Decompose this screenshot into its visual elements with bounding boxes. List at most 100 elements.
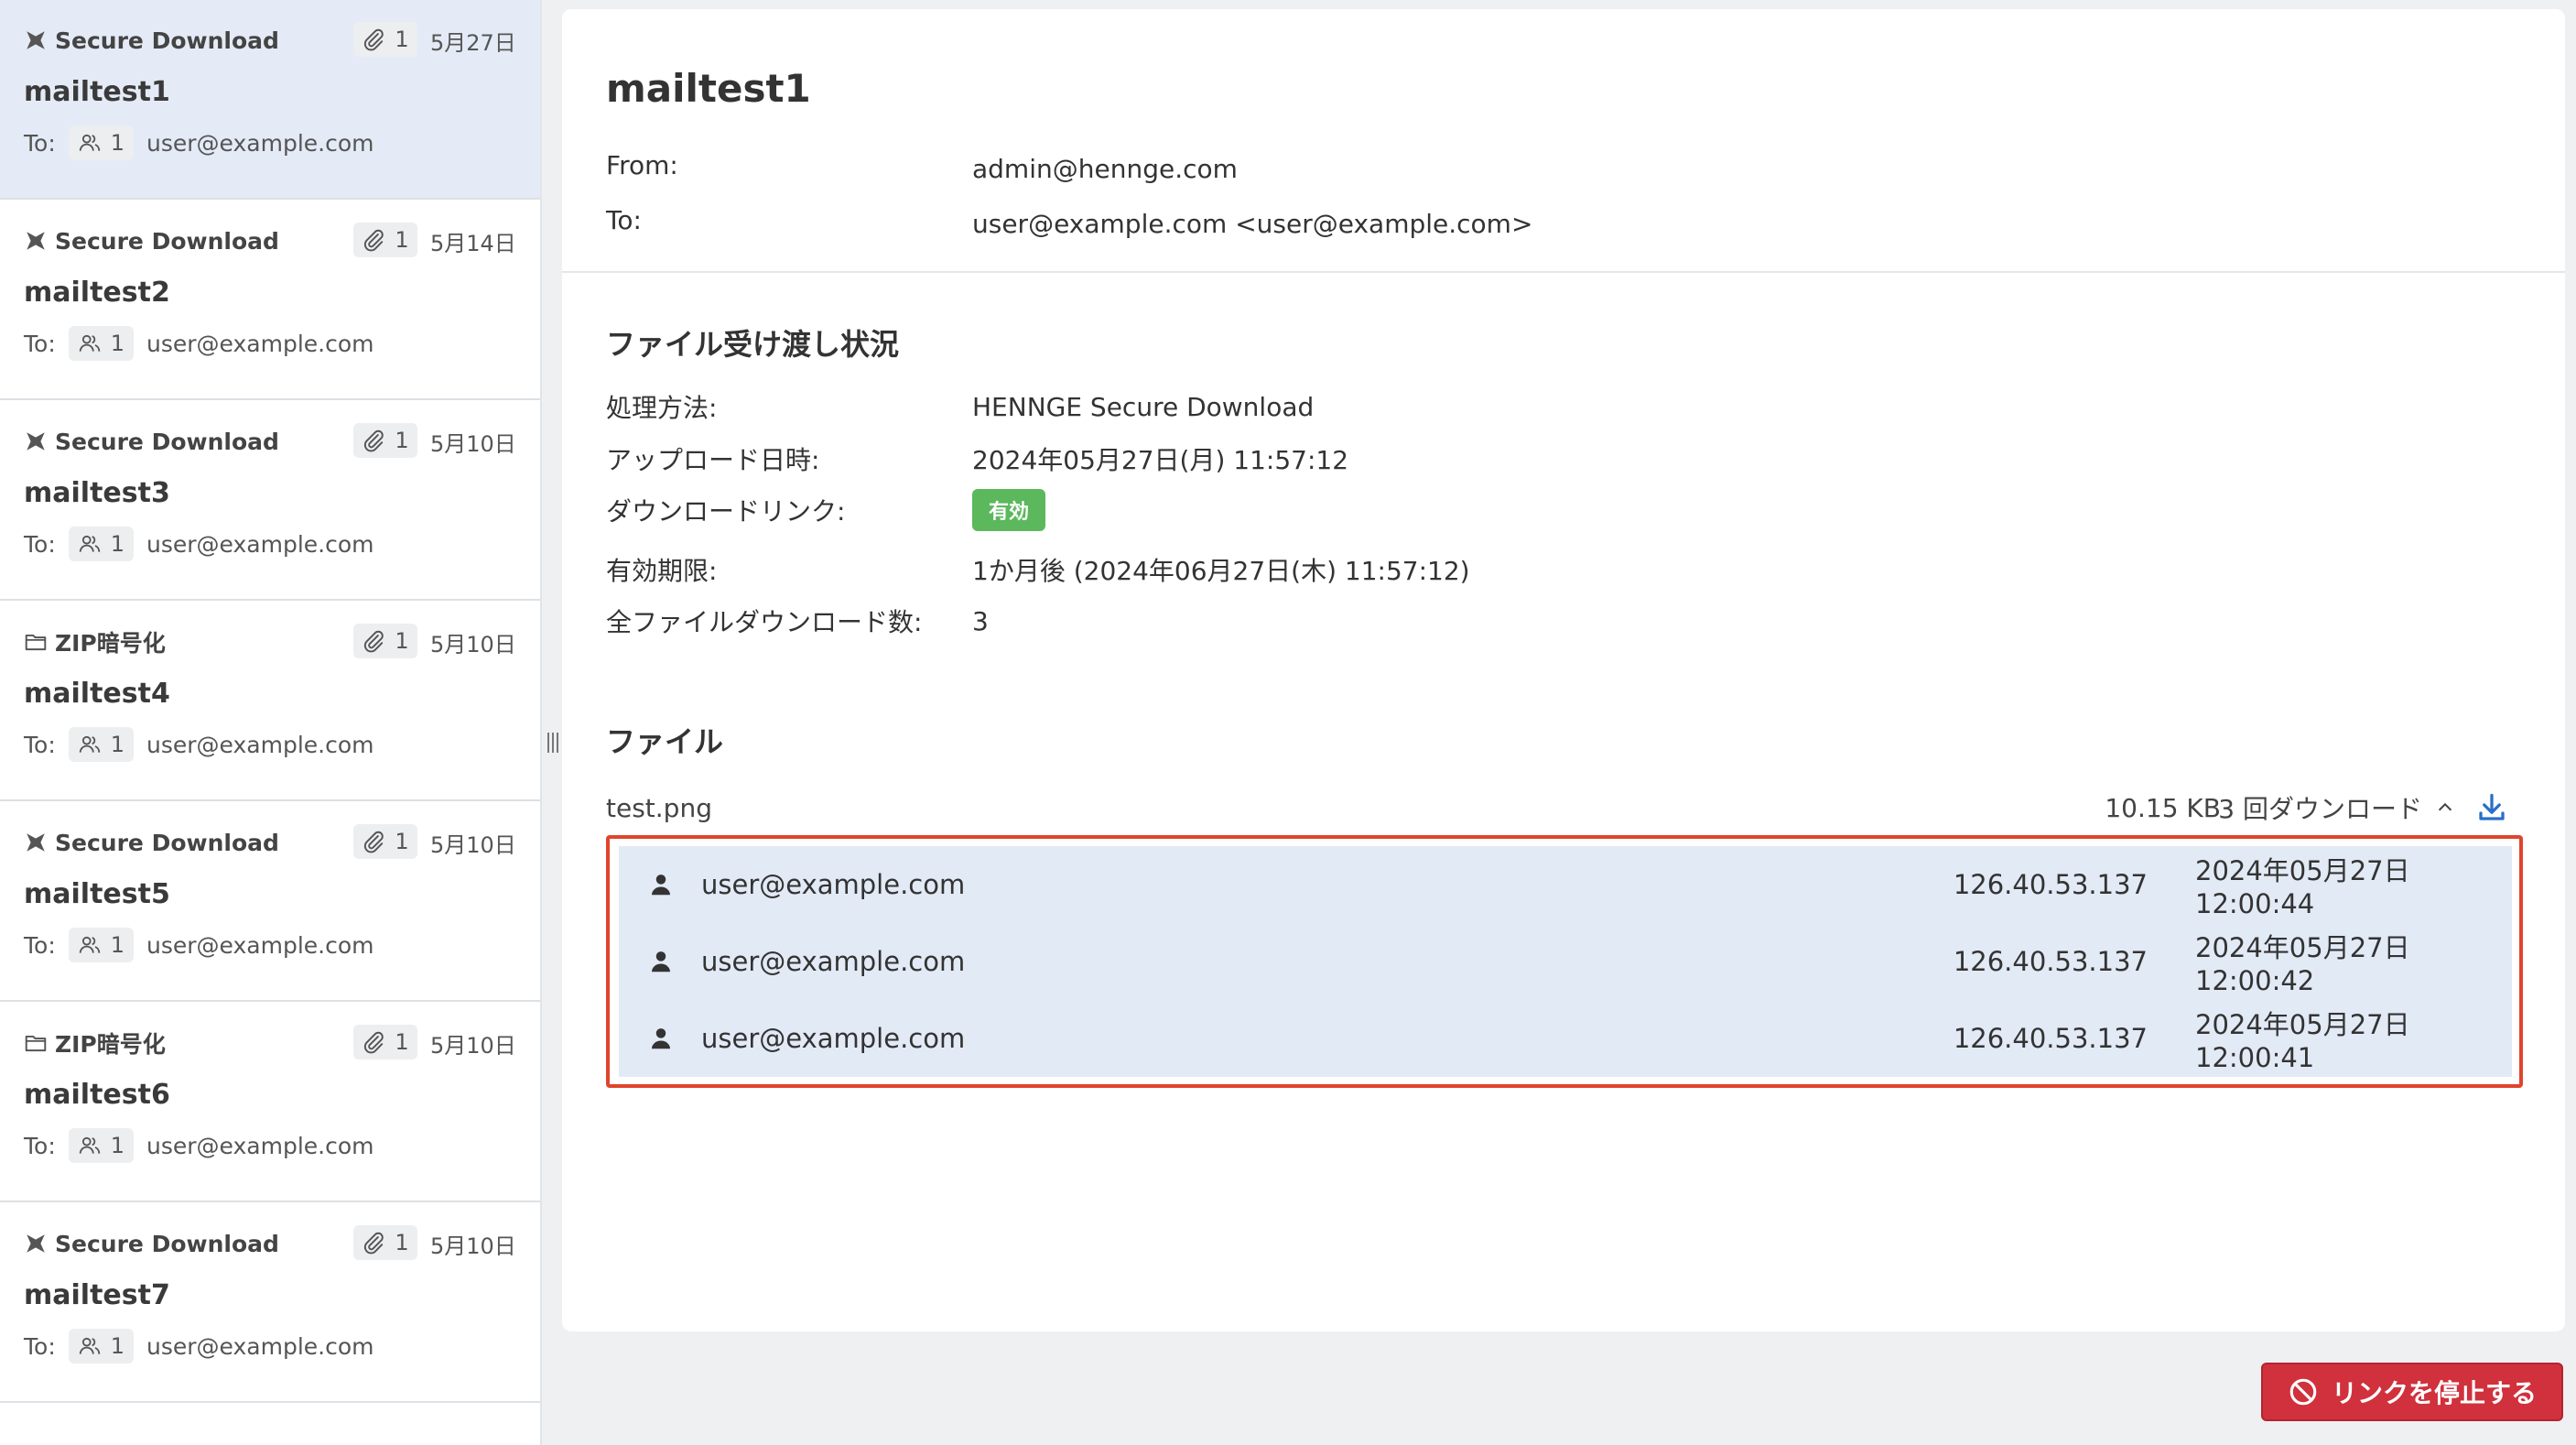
mail-recipient-row: To: 1 user@example.com xyxy=(24,326,374,361)
mail-type: Secure Download xyxy=(24,1227,279,1260)
mail-type: ZIP暗号化 xyxy=(24,1027,166,1059)
upload-date-label: アップロード日時: xyxy=(606,445,820,475)
attachment-count: 1 xyxy=(353,1225,417,1260)
mail-type: ZIP暗号化 xyxy=(24,625,166,658)
attachment-count-value: 1 xyxy=(395,628,409,654)
mail-subject: mailtest7 xyxy=(24,1278,170,1311)
mail-subject-title: mailtest1 xyxy=(606,65,811,111)
recipient-email: user@example.com xyxy=(146,1132,374,1159)
stop-link-label: リンクを停止する xyxy=(2331,1379,2537,1407)
from-value: admin@hennge.com xyxy=(972,153,1238,184)
people-icon xyxy=(78,1334,102,1358)
expiry-label: 有効期限: xyxy=(606,556,718,586)
to-prefix: To: xyxy=(24,530,56,558)
to-prefix: To: xyxy=(24,931,56,959)
header-divider xyxy=(562,271,2565,273)
mail-recipient-row: To: 1 user@example.com xyxy=(24,928,374,962)
people-icon xyxy=(78,933,102,957)
mail-list-item[interactable]: ZIP暗号化 1 5月10日 mailtest4 To: 1 user@example.co… xyxy=(0,602,540,801)
download-link-label: ダウンロードリンク: xyxy=(606,496,846,527)
mail-recipient-row: To: 1 user@example.com xyxy=(24,125,374,160)
paperclip-icon xyxy=(362,830,385,853)
recipient-count-value: 1 xyxy=(110,732,125,757)
download-log-highlight xyxy=(606,835,2523,1088)
attachment-count-value: 1 xyxy=(395,1230,409,1255)
mail-type: Secure Download xyxy=(24,224,279,257)
recipient-count: 1 xyxy=(68,928,135,962)
expiry-value: 1か月後 (2024年06月27日(木) 11:57:12) xyxy=(972,556,1470,586)
mail-recipient-row: To: 1 user@example.com xyxy=(24,727,374,762)
sidebar-resize-handle[interactable] xyxy=(544,729,562,756)
link-active-badge: 有効 xyxy=(972,489,1045,531)
to-prefix: To: xyxy=(24,129,56,157)
recipient-count: 1 xyxy=(68,727,135,762)
mail-list-item[interactable]: Secure Download 1 5月10日 mailtest7 To: 1 user@e… xyxy=(0,1203,540,1403)
attachment-count-value: 1 xyxy=(395,428,409,453)
mail-type-label: Secure Download xyxy=(55,27,279,54)
folder-icon xyxy=(24,630,48,654)
download-count-toggle[interactable]: 3 回ダウンロード xyxy=(2192,789,2455,826)
mail-date: 5月10日 xyxy=(430,831,516,858)
people-icon xyxy=(78,733,102,756)
mail-date: 5月10日 xyxy=(430,430,516,457)
download-icon xyxy=(2479,793,2505,820)
prohibited-icon xyxy=(2289,1378,2317,1406)
mail-type: Secure Download xyxy=(24,826,279,859)
mail-subject: mailtest3 xyxy=(24,476,170,509)
mail-date: 5月27日 xyxy=(430,29,516,56)
recipient-count: 1 xyxy=(68,125,135,160)
file-name: test.png xyxy=(606,792,712,823)
mail-list-item[interactable]: Secure Download 1 5月10日 mailtest5 To: 1 user@e… xyxy=(0,802,540,1002)
mail-subject: mailtest5 xyxy=(24,877,170,910)
mail-recipient-row: To: 1 user@example.com xyxy=(24,1128,374,1163)
recipient-count-value: 1 xyxy=(110,932,125,958)
mail-type: Secure Download xyxy=(24,425,279,458)
secure-download-icon xyxy=(24,1232,48,1255)
mail-subject: mailtest4 xyxy=(24,677,170,710)
upload-date-value: 2024年05月27日(月) 11:57:12 xyxy=(972,445,1349,475)
method-value: HENNGE Secure Download xyxy=(972,391,1315,422)
people-icon xyxy=(78,131,102,155)
recipient-count-value: 1 xyxy=(110,130,125,156)
recipient-count-value: 1 xyxy=(110,1333,125,1359)
method-label: 処理方法: xyxy=(606,393,718,423)
mail-list-sidebar: Secure Download 1 5月27日 mailtest1 To: 1 user@e… xyxy=(0,0,542,1445)
to-value: user@example.com <user@example.com> xyxy=(972,208,1533,239)
mail-recipient-row: To: 1 user@example.com xyxy=(24,1329,374,1364)
to-label: To: xyxy=(606,204,642,235)
mail-list-item[interactable]: Secure Download 1 5月27日 mailtest1 To: 1 user@e… xyxy=(0,0,540,200)
attachment-count-value: 1 xyxy=(395,227,409,253)
recipient-email: user@example.com xyxy=(146,731,374,758)
total-downloads-label: 全ファイルダウンロード数: xyxy=(606,607,923,637)
recipient-email: user@example.com xyxy=(146,530,374,558)
attachment-count: 1 xyxy=(353,624,417,658)
chevron-up-icon xyxy=(2438,802,2452,811)
recipient-email: user@example.com xyxy=(146,330,374,357)
attachment-count: 1 xyxy=(353,22,417,57)
file-size: 10.15 KB xyxy=(2105,792,2221,823)
mail-subject: mailtest1 xyxy=(24,75,170,108)
attachment-count-value: 1 xyxy=(395,1029,409,1055)
mail-detail-panel: mailtest1 From: admin@hennge.com To: use… xyxy=(562,9,2565,1331)
mail-type-label: Secure Download xyxy=(55,428,279,455)
stop-link-button[interactable]: リンクを停止する xyxy=(2261,1363,2563,1421)
mail-recipient-row: To: 1 user@example.com xyxy=(24,527,374,561)
recipient-count-value: 1 xyxy=(110,531,125,557)
file-download-button[interactable] xyxy=(2470,786,2514,830)
attachment-count: 1 xyxy=(353,423,417,458)
secure-download-icon xyxy=(24,229,48,253)
mail-type: Secure Download xyxy=(24,24,279,57)
recipient-email: user@example.com xyxy=(146,1332,374,1360)
secure-download-icon xyxy=(24,28,48,52)
mail-type-label: ZIP暗号化 xyxy=(55,630,166,657)
paperclip-icon xyxy=(362,1231,385,1255)
mail-list-item[interactable]: Secure Download 1 5月10日 mailtest3 To: 1 user@e… xyxy=(0,401,540,601)
mail-list-item[interactable]: ZIP暗号化 1 5月10日 mailtest6 To: 1 user@example.co… xyxy=(0,1003,540,1202)
mail-type-label: Secure Download xyxy=(55,1230,279,1257)
transfer-status-title: ファイル受け渡し状況 xyxy=(606,327,900,362)
recipient-count: 1 xyxy=(68,527,135,561)
paperclip-icon xyxy=(362,27,385,51)
recipient-email: user@example.com xyxy=(146,129,374,157)
mail-type-label: ZIP暗号化 xyxy=(55,1031,166,1058)
mail-list-item[interactable]: Secure Download 1 5月14日 mailtest2 To: 1 user@e… xyxy=(0,201,540,400)
